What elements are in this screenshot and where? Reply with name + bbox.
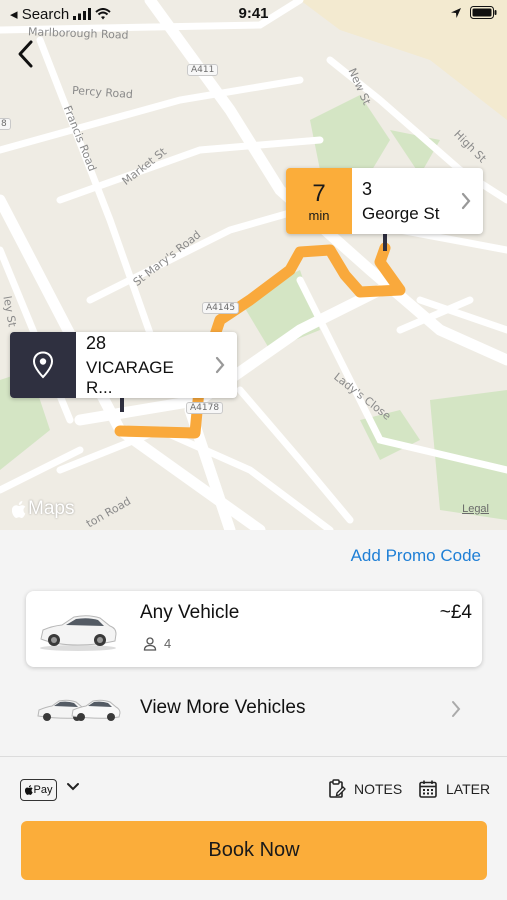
vehicles-icon (37, 699, 121, 721)
apple-logo-icon (12, 500, 26, 518)
payment-options-row: Pay NOTES LATER (0, 774, 507, 804)
road-shield: A4145 (202, 302, 240, 314)
back-button[interactable] (12, 38, 40, 70)
notes-icon (329, 779, 346, 798)
add-promo-code-link[interactable]: Add Promo Code (351, 546, 481, 566)
vehicle-name: Any Vehicle (140, 602, 240, 623)
payment-method-selector[interactable]: Pay (20, 779, 57, 801)
map-view[interactable]: Marlborough Road Percy Road Francis Road… (0, 0, 507, 530)
pickup-street: VICARAGE R... (86, 357, 174, 397)
maps-attribution: Maps (12, 498, 74, 520)
white-car-icon (40, 615, 117, 651)
eta-value: 7 (312, 179, 326, 207)
battery-icon (470, 6, 497, 19)
chevron-right-icon (461, 192, 471, 210)
notes-label: NOTES (354, 781, 403, 797)
eta-badge: 7 min (286, 168, 352, 234)
seat-count: 4 (164, 636, 172, 651)
vehicle-option-card[interactable]: Any Vehicle ~£4 4 (26, 591, 482, 667)
maps-attribution-label: Maps (28, 498, 75, 519)
location-pin-icon (32, 351, 54, 379)
book-now-button[interactable]: Book Now (21, 821, 487, 880)
later-label: LATER (446, 781, 491, 797)
pickup-badge (10, 332, 76, 398)
road-shield: A4178 (186, 402, 224, 414)
map-background (0, 0, 507, 530)
vehicle-price: ~£4 (439, 602, 472, 623)
legal-link[interactable]: Legal (462, 503, 489, 515)
road-shield: 8 (0, 118, 11, 130)
booking-panel: Add Promo Code Any Vehicle ~£4 4 View Mo… (0, 530, 507, 900)
status-time: 9:41 (238, 5, 269, 22)
person-icon (143, 636, 157, 651)
chevron-left-icon (18, 40, 33, 68)
location-arrow-icon (451, 7, 461, 18)
destination-house-number: 3 (362, 178, 373, 199)
pickup-callout[interactable]: 28 VICARAGE R... (10, 332, 237, 398)
chevron-down-icon[interactable] (66, 782, 80, 792)
vehicle-seats: 4 (143, 636, 171, 651)
view-more-vehicles-button[interactable]: View More Vehicles (0, 686, 507, 730)
status-bar: ◂ Search 9:41 (0, 0, 507, 28)
apple-logo-icon (24, 785, 33, 795)
notes-button[interactable]: NOTES (328, 779, 402, 799)
view-more-vehicles-label: View More Vehicles (140, 697, 306, 718)
chevron-right-icon (215, 356, 225, 374)
calendar-icon (419, 780, 437, 798)
pickup-house-number: 28 (86, 332, 107, 353)
schedule-later-button[interactable]: LATER (418, 779, 490, 799)
destination-callout[interactable]: 7 min 3 George St (286, 168, 483, 234)
eta-unit: min (308, 207, 330, 223)
road-shield: A411 (187, 64, 219, 76)
payment-method-label: Pay (33, 784, 53, 796)
chevron-right-icon (452, 701, 461, 717)
divider (0, 756, 507, 757)
destination-street: George St (362, 203, 440, 223)
